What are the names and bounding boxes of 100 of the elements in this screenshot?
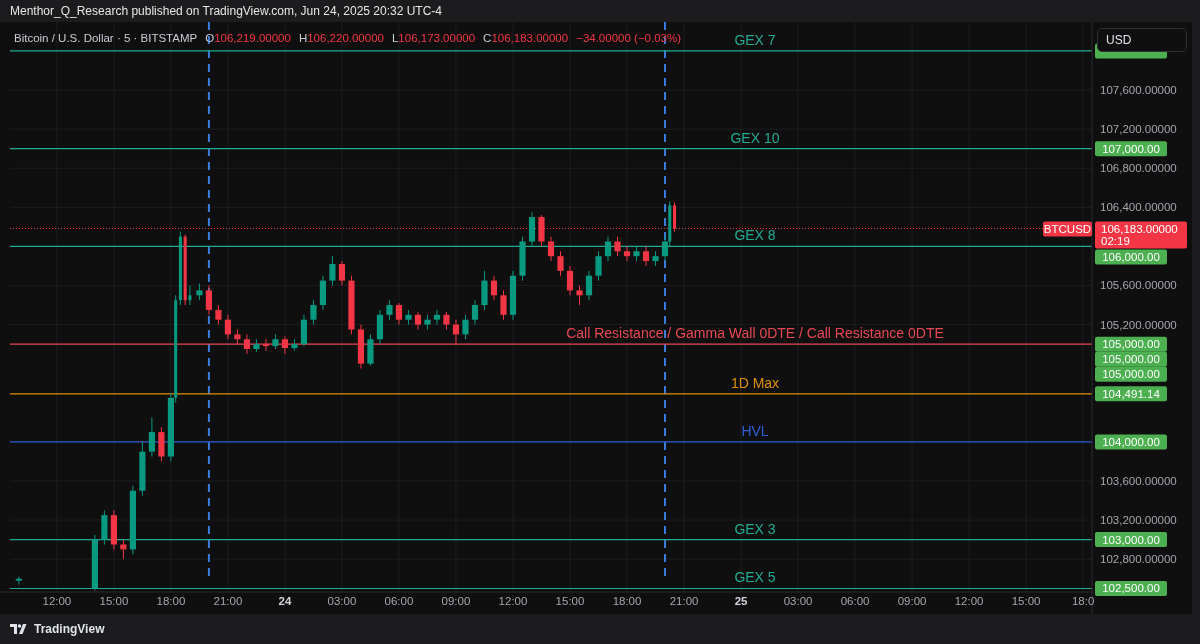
candlestick [101,509,108,545]
time-axis-label: 12:00 [42,595,72,607]
time-axis-label: 25 [734,595,748,607]
ohlc-value: C106,183.00000 [483,32,569,44]
candlestick [633,245,640,262]
candlestick [405,309,412,326]
candlestick [253,338,260,353]
time-axis-label: 18:0 [1071,595,1095,607]
publisher-text: Menthor_Q_Research published on TradingView.com, Jun 24, 2025 20:32 UTC-4 [10,4,443,18]
time-axis-label: 06:00 [384,595,414,607]
time-axis-label: 15:00 [1011,595,1041,607]
candlestick [262,338,269,352]
candlestick [281,335,288,355]
price-axis-label: 106,800.00000 [1100,162,1177,175]
price-axis-label: 102,800.00000 [1100,553,1177,566]
candlestick [519,236,526,282]
candlestick [528,211,536,247]
candlestick [452,319,460,345]
candlestick [310,299,317,326]
time-axis-label: 24 [278,595,292,607]
price-tag: 105,000.00 [1095,336,1167,352]
brand-name: TradingView [34,622,105,636]
symbol-tag: BTCUSD [1043,221,1092,237]
time-axis-label: 03:00 [327,595,357,607]
candlestick [329,255,336,286]
candlestick [642,245,650,267]
ohlc-value: H106,220.00000 [298,32,384,44]
candlestick [462,314,469,340]
level-label: GEX 7 [734,31,776,48]
candlestick [443,311,450,330]
currency-button[interactable]: USD [1097,28,1187,52]
candlestick [623,245,631,262]
level-label: Call Resistance / Gamma Wall 0DTE / Call Resistance 0DTE [566,325,944,342]
candlestick [576,285,583,306]
candlestick [300,314,308,347]
candlestick [158,426,165,462]
logo-icon [10,624,28,634]
price-axis-label: 103,200.00000 [1100,514,1177,527]
price-tag: 102,500.00 [1095,581,1167,596]
candlestick [234,329,241,345]
candlestick [414,311,422,330]
price-axis-label: 106,400.00000 [1100,201,1177,214]
candlestick [538,214,545,247]
candlestick [490,275,498,301]
price-tag: 104,491.14 [1095,386,1167,402]
candlestick [272,333,279,350]
level-label: GEX 5 [734,569,776,586]
level-label: GEX 8 [734,227,776,244]
candlestick [481,270,488,311]
price-axis-label: 103,600.00000 [1100,474,1177,487]
time-axis-label: 15:00 [555,595,585,607]
candlestick [291,338,298,352]
candlestick [319,275,327,311]
time-axis-label: 15:00 [99,595,129,607]
candlestick [471,299,479,326]
time-axis-label: 06:00 [840,595,870,607]
candlestick [224,314,231,340]
candlestick [367,333,374,367]
candlestick [110,509,117,550]
time-axis-label: 21:00 [669,595,699,607]
candlestick [348,275,355,335]
candlestick [557,250,564,277]
ohlc-value: O106,219.00000 [205,32,291,44]
candlestick [395,302,403,326]
price-tag: 104,000.00 [1095,434,1167,450]
candlestick [509,270,517,321]
time-axis-label: 21:00 [213,595,243,607]
price-axis-label: 105,200.00000 [1100,318,1177,331]
symbol-title: Bitcoin / U.S. Dollar · 5 · BITSTAMP [14,32,198,44]
price-axis-label: 107,200.00000 [1100,123,1177,136]
candlestick [386,299,393,321]
candlestick [652,250,659,267]
time-axis-label: 03:00 [783,595,813,607]
candlestick [566,265,574,296]
candlestick [424,314,431,330]
price-tag: 106,000.00 [1095,249,1167,265]
last-price-tag: 106,183.00000 02:19 [1095,221,1187,249]
price-tag: 107,000.00 [1095,141,1167,157]
candlestick [595,250,602,282]
price-axis-label: 105,600.00000 [1100,279,1177,292]
time-axis-label: 09:00 [897,595,927,607]
candlestick [614,236,621,257]
candlestick [139,441,146,497]
ohlc-value: L106,173.00000 [391,32,476,44]
price-axis-label: 107,600.00000 [1100,84,1177,96]
time-axis-label: 12:00 [954,595,984,607]
level-label: HVL [741,422,769,439]
level-label: GEX 10 [730,129,780,146]
level-label: 1D Max [730,374,780,391]
candlestick [585,270,593,301]
candlestick [547,236,555,262]
candlestick [243,333,250,355]
candlestick [215,304,222,326]
candlestick [15,576,22,586]
candlestick [376,309,384,345]
time-axis-label: 18:00 [612,595,642,607]
candlestick [357,324,365,370]
price-tag: 103,000.00 [1095,532,1167,548]
candlestick [500,289,507,321]
candlestick [148,416,155,458]
